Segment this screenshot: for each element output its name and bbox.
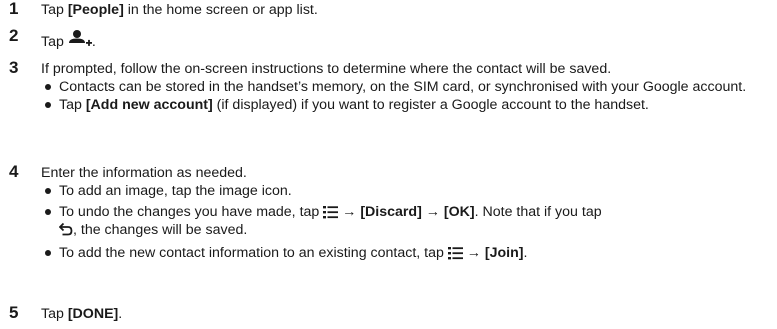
bullet-text-prefix: To undo the changes you have made, tap	[59, 204, 324, 220]
step-number: 1	[9, 0, 19, 18]
done-label: [DONE]	[67, 306, 119, 322]
step-text-suffix: .	[91, 34, 96, 50]
arrow-text: →	[338, 204, 361, 220]
list-item: To undo the changes you have made, tap →…	[41, 203, 773, 239]
bullet-text-prefix: Tap	[59, 97, 86, 113]
join-label: [Join]	[484, 245, 524, 261]
bullet-list: Contacts can be stored in the handset’s …	[41, 78, 773, 114]
step-text: If prompted, follow the on-screen instru…	[41, 61, 612, 77]
list-item: To add an image, tap the image icon.	[41, 182, 773, 200]
add-person-icon	[68, 29, 92, 49]
back-icon	[59, 222, 73, 237]
step-text: Tap [DONE].	[41, 305, 773, 323]
step-text-suffix: .	[118, 306, 123, 322]
step-number: 4	[9, 162, 19, 181]
bullet-list: To add an image, tap the image icon. To …	[41, 182, 773, 262]
list-item: Contacts can be stored in the handset’s …	[41, 78, 773, 96]
menu-icon	[323, 205, 339, 219]
step-text-prefix: Tap	[41, 34, 68, 50]
ok-label: [OK]	[443, 204, 475, 220]
menu-icon	[447, 246, 463, 260]
step-text: Enter the information as needed.	[41, 165, 247, 181]
step-number: 3	[9, 58, 19, 77]
bullet-text-mid: . Note that if you tap	[474, 204, 602, 220]
people-label: [People]	[67, 2, 124, 18]
list-item: Tap [Add new account] (if displayed) if …	[41, 96, 773, 114]
bullet-text: Contacts can be stored in the handset’s …	[59, 79, 747, 95]
step-number: 5	[9, 303, 19, 322]
bullet-text-suffix: (if displayed) if you want to register a…	[212, 97, 649, 113]
step-text-prefix: Tap	[41, 2, 68, 18]
step-text-suffix: in the home screen or app list.	[123, 2, 318, 18]
list-item: To add the new contact information to an…	[41, 244, 773, 262]
step-number: 2	[9, 26, 19, 45]
bullet-text-prefix: To add the new contact information to an…	[59, 245, 448, 261]
arrow-text: →	[421, 204, 444, 220]
add-new-account-label: [Add new account]	[85, 97, 213, 113]
bullet-text: To add an image, tap the image icon.	[59, 183, 292, 199]
bullet-text-suffix: , the changes will be saved.	[73, 222, 248, 238]
step-text: Tap .	[41, 29, 773, 51]
bullet-text-suffix: .	[523, 245, 528, 261]
step-text: Tap [People] in the home screen or app l…	[41, 1, 773, 19]
discard-label: [Discard]	[360, 204, 422, 220]
arrow-text: →	[462, 245, 485, 261]
step-text-prefix: Tap	[41, 306, 68, 322]
instructions: 1 Tap [People] in the home screen or app…	[0, 0, 777, 329]
